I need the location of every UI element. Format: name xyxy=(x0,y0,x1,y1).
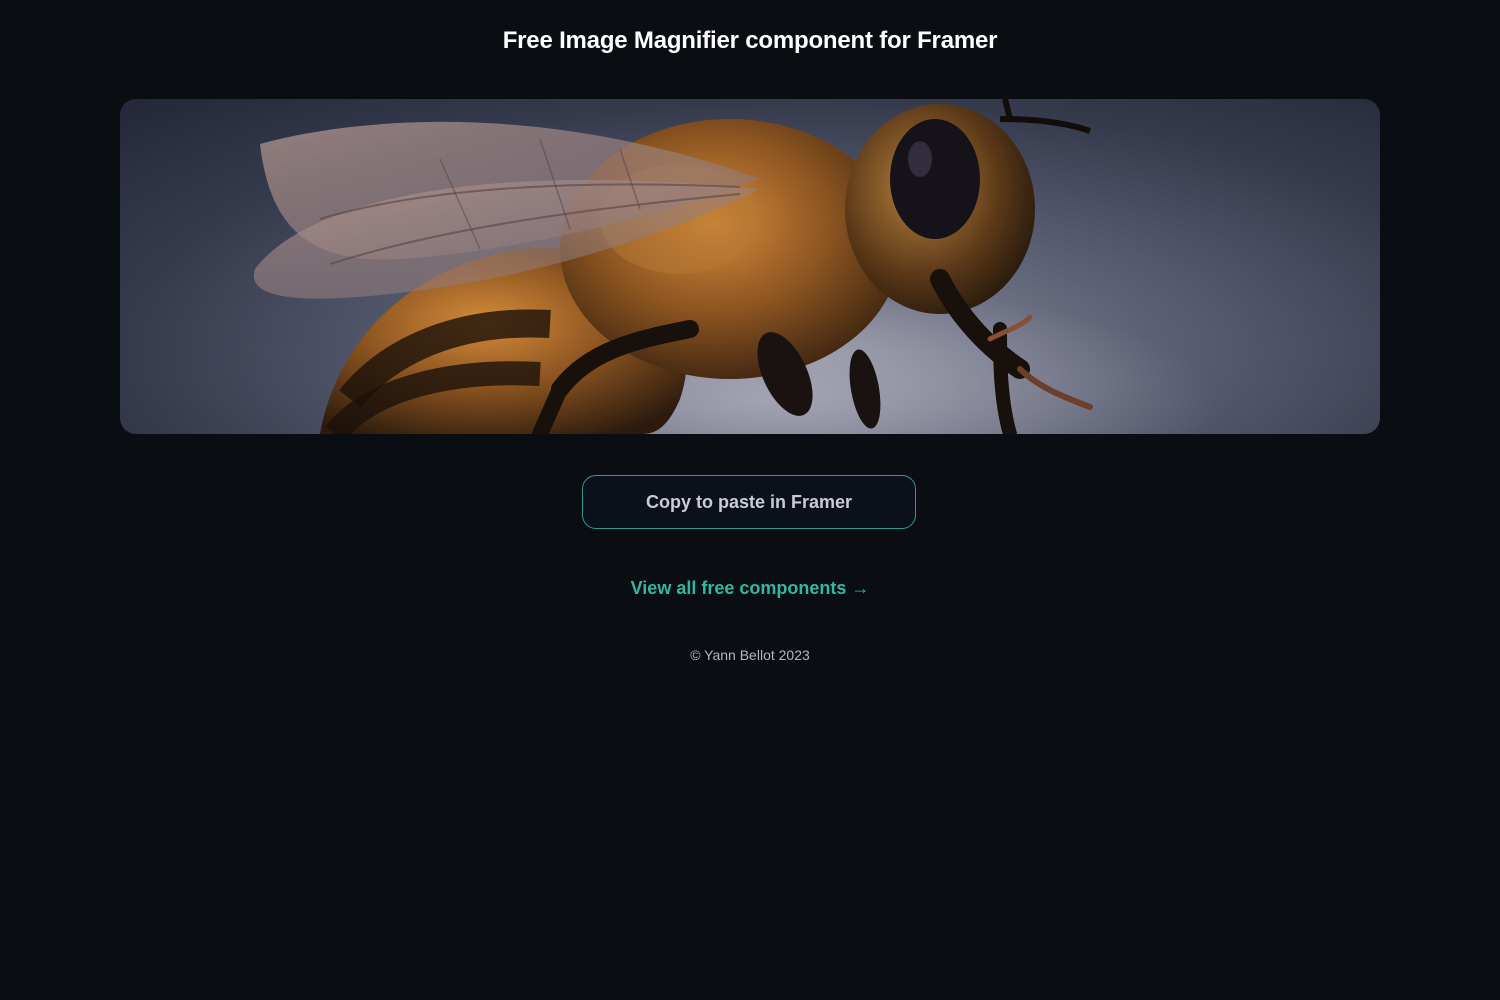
view-all-components-link[interactable]: View all free components → xyxy=(0,575,1500,601)
bee-photo-illustration xyxy=(120,99,1380,434)
copy-to-framer-button[interactable]: Copy to paste in Framer xyxy=(582,475,916,529)
page-title: Free Image Magnifier component for Frame… xyxy=(502,27,998,54)
page: Free Image Magnifier component for Frame… xyxy=(0,0,1500,1000)
magnifier-image[interactable] xyxy=(120,99,1380,434)
bee-eye xyxy=(890,119,980,239)
copyright-text: © Yann Bellot 2023 xyxy=(690,647,810,663)
